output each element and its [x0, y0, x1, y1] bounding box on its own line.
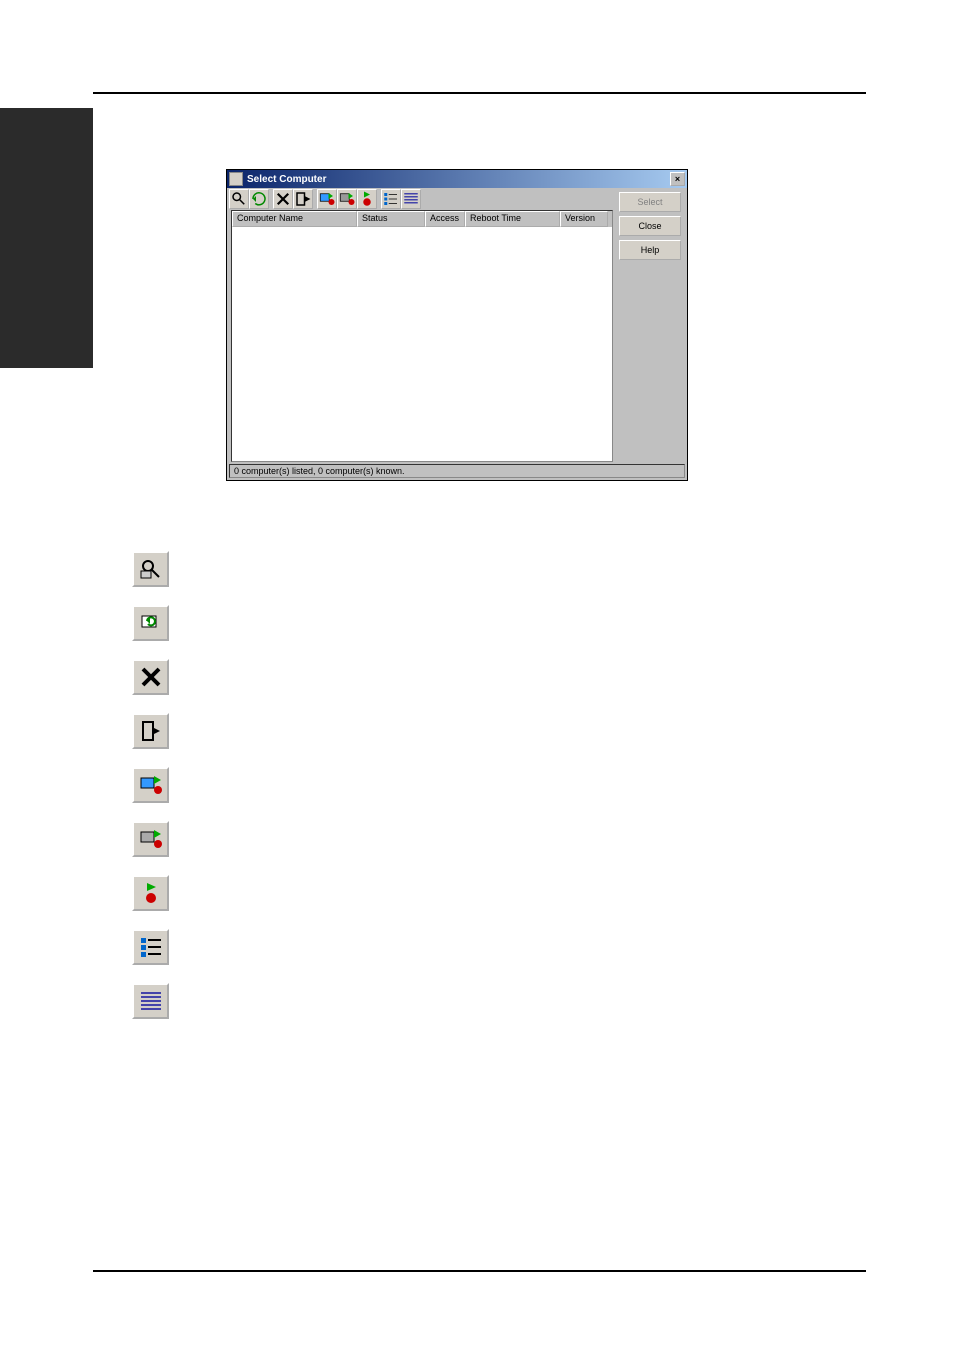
delete-icon[interactable] — [273, 189, 293, 209]
column-headers: Computer Name Status Access Reboot Time … — [232, 211, 612, 227]
select-button[interactable]: Select — [619, 192, 681, 212]
legend-row — [132, 603, 187, 643]
col-version[interactable]: Version — [560, 211, 608, 227]
find-computer-icon — [132, 551, 169, 587]
details-view-icon — [132, 983, 169, 1019]
computer-list-panel: Computer Name Status Access Reboot Time … — [231, 210, 613, 462]
window-titlebar: Select Computer × — [227, 170, 687, 188]
side-buttons: Select Close Help — [619, 192, 681, 260]
shutdown-poweroff-icon[interactable] — [337, 189, 357, 209]
page-side-tab — [0, 108, 93, 368]
legend-row — [132, 981, 187, 1021]
find-computer-icon[interactable] — [229, 189, 249, 209]
toolbar — [227, 188, 687, 210]
select-computer-window: Select Computer × Computer Name Status A… — [226, 169, 688, 481]
refresh-icon — [132, 605, 169, 641]
col-reboot-time[interactable]: Reboot Time — [465, 211, 560, 227]
help-button[interactable]: Help — [619, 240, 681, 260]
window-title: Select Computer — [247, 174, 670, 185]
legend-row — [132, 549, 187, 589]
app-icon — [229, 172, 243, 186]
list-view-icon[interactable] — [381, 189, 401, 209]
col-status[interactable]: Status — [357, 211, 425, 227]
legend-row — [132, 657, 187, 697]
status-bar: 0 computer(s) listed, 0 computer(s) know… — [229, 464, 685, 478]
icon-legend — [132, 549, 187, 1035]
details-view-icon[interactable] — [401, 189, 421, 209]
legend-row — [132, 819, 187, 859]
abort-icon — [132, 875, 169, 911]
shutdown-restart-icon — [132, 767, 169, 803]
exit-icon[interactable] — [293, 189, 313, 209]
shutdown-restart-icon[interactable] — [317, 189, 337, 209]
col-access[interactable]: Access — [425, 211, 465, 227]
refresh-icon[interactable] — [249, 189, 269, 209]
col-computer-name[interactable]: Computer Name — [232, 211, 357, 227]
close-button[interactable]: Close — [619, 216, 681, 236]
legend-row — [132, 927, 187, 967]
exit-icon — [132, 713, 169, 749]
abort-icon[interactable] — [357, 189, 377, 209]
horizontal-rule-bottom — [93, 1270, 866, 1272]
legend-row — [132, 765, 187, 805]
delete-icon — [132, 659, 169, 695]
shutdown-poweroff-icon — [132, 821, 169, 857]
legend-row — [132, 873, 187, 913]
list-view-icon — [132, 929, 169, 965]
horizontal-rule — [93, 92, 866, 94]
legend-row — [132, 711, 187, 751]
close-icon[interactable]: × — [670, 172, 685, 186]
